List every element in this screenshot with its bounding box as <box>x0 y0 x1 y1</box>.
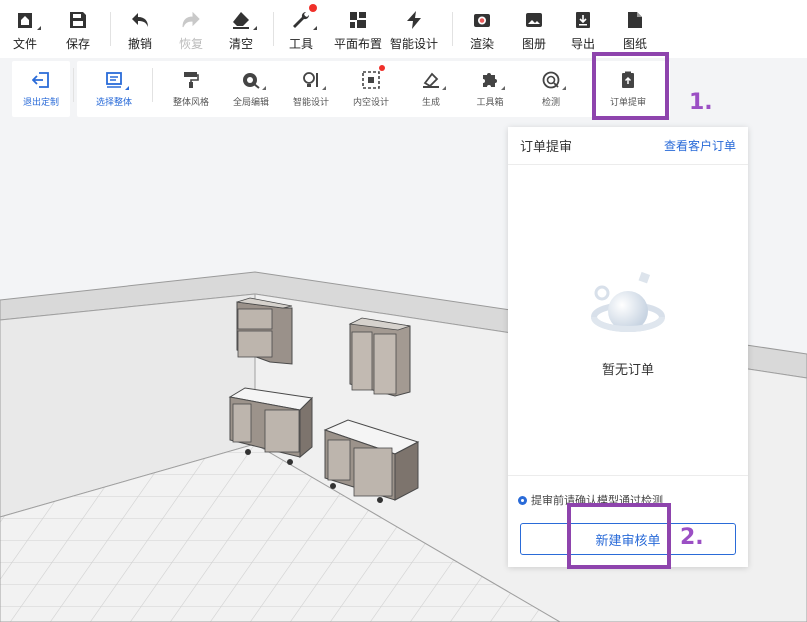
paint-roller-icon <box>181 70 201 90</box>
smart-design-sub-button[interactable]: 智能设计 <box>281 70 341 109</box>
smart-design-label: 智能设计 <box>389 37 438 51</box>
camera-icon <box>472 10 492 30</box>
annotation-number-2: 2. <box>680 525 704 550</box>
info-icon <box>518 495 527 505</box>
save-label: 保存 <box>65 37 90 51</box>
redo-button[interactable]: 恢复 <box>166 10 216 52</box>
clear-label: 清空 <box>228 37 253 51</box>
undo-label: 撤销 <box>127 37 152 51</box>
export-label: 导出 <box>570 37 595 51</box>
annotation-box-1 <box>592 52 669 120</box>
inner-space-label: 内空设计 <box>352 98 389 108</box>
select-all-button[interactable]: 选择整体 <box>84 70 144 109</box>
redo-icon <box>181 10 201 30</box>
view-customer-orders-link[interactable]: 查看客户订单 <box>664 137 736 154</box>
floor-layout-button[interactable]: 平面布置 <box>333 10 383 52</box>
file-button[interactable]: 文件 <box>0 10 50 52</box>
custom-toolbar: 退出定制 选择整体 整体风格 全局编辑 智能设计 内空设计 生成 工具箱 检测 … <box>0 58 807 122</box>
annotation-number-1: 1. <box>689 90 713 115</box>
inner-space-badge <box>379 65 385 71</box>
smart-design-sub-label: 智能设计 <box>292 98 329 108</box>
check-button[interactable]: 检测 <box>521 70 581 109</box>
album-icon <box>524 10 544 30</box>
overall-style-label: 整体风格 <box>172 98 209 108</box>
check-label: 检测 <box>541 98 560 108</box>
order-submit-panel: 订单提审 查看客户订单 暂无订单 提审前请确认模型通过检测 新建审核单 <box>508 127 748 567</box>
toolbox-label: 工具箱 <box>476 98 504 108</box>
floorplan-icon <box>348 10 368 30</box>
album-label: 图册 <box>521 37 546 51</box>
save-icon <box>68 10 88 30</box>
panel-title: 订单提审 <box>520 140 573 155</box>
global-edit-button[interactable]: 全局编辑 <box>221 70 281 109</box>
inner-space-button[interactable]: 内空设计 <box>341 65 401 109</box>
generate-icon <box>421 70 446 90</box>
render-button[interactable]: 渲染 <box>457 10 507 52</box>
tools-button[interactable]: 工具 <box>276 4 326 52</box>
inner-space-icon <box>361 65 385 90</box>
main-toolbar: 文件 保存 撤销 恢复 清空 工具 平面布置 智能设计 渲染 图册 导出 图纸 <box>0 0 807 58</box>
panel-header: 订单提审 查看客户订单 <box>508 127 748 165</box>
select-all-label: 选择整体 <box>95 98 132 108</box>
save-button[interactable]: 保存 <box>53 10 103 52</box>
lightning-icon <box>404 10 424 30</box>
overall-style-button[interactable]: 整体风格 <box>161 70 221 109</box>
global-edit-icon <box>241 70 266 90</box>
undo-icon <box>130 10 150 30</box>
select-all-icon <box>104 70 129 90</box>
toolbox-button[interactable]: 工具箱 <box>460 70 520 109</box>
drawing-icon <box>625 10 645 30</box>
home-file-icon <box>15 10 41 30</box>
generate-button[interactable]: 生成 <box>401 70 461 109</box>
render-label: 渲染 <box>469 37 494 51</box>
export-button[interactable]: 导出 <box>558 10 608 52</box>
album-button[interactable]: 图册 <box>509 10 559 52</box>
drawing-label: 图纸 <box>622 37 647 51</box>
generate-label: 生成 <box>421 98 440 108</box>
empty-state: 暂无订单 <box>508 267 748 378</box>
check-icon <box>541 70 566 90</box>
bulb-icon <box>301 70 326 90</box>
undo-button[interactable]: 撤销 <box>115 10 165 52</box>
global-edit-label: 全局编辑 <box>232 98 269 108</box>
eraser-icon <box>231 10 257 30</box>
clear-button[interactable]: 清空 <box>216 10 266 52</box>
annotation-box-2 <box>567 503 671 569</box>
notification-dot <box>309 4 317 12</box>
file-label: 文件 <box>12 37 37 51</box>
exit-icon <box>31 70 51 90</box>
exit-custom-label: 退出定制 <box>22 98 59 108</box>
redo-label: 恢复 <box>178 37 203 51</box>
wrench-icon <box>291 4 317 30</box>
empty-illustration-icon <box>591 271 665 332</box>
exit-custom-button[interactable]: 退出定制 <box>11 70 71 109</box>
export-icon <box>573 10 593 30</box>
smart-design-button[interactable]: 智能设计 <box>389 10 439 52</box>
puzzle-icon <box>480 70 505 90</box>
floor-layout-label: 平面布置 <box>333 37 382 51</box>
drawing-button[interactable]: 图纸 <box>610 10 660 52</box>
empty-orders-text: 暂无订单 <box>601 363 654 378</box>
tools-label: 工具 <box>288 37 313 51</box>
